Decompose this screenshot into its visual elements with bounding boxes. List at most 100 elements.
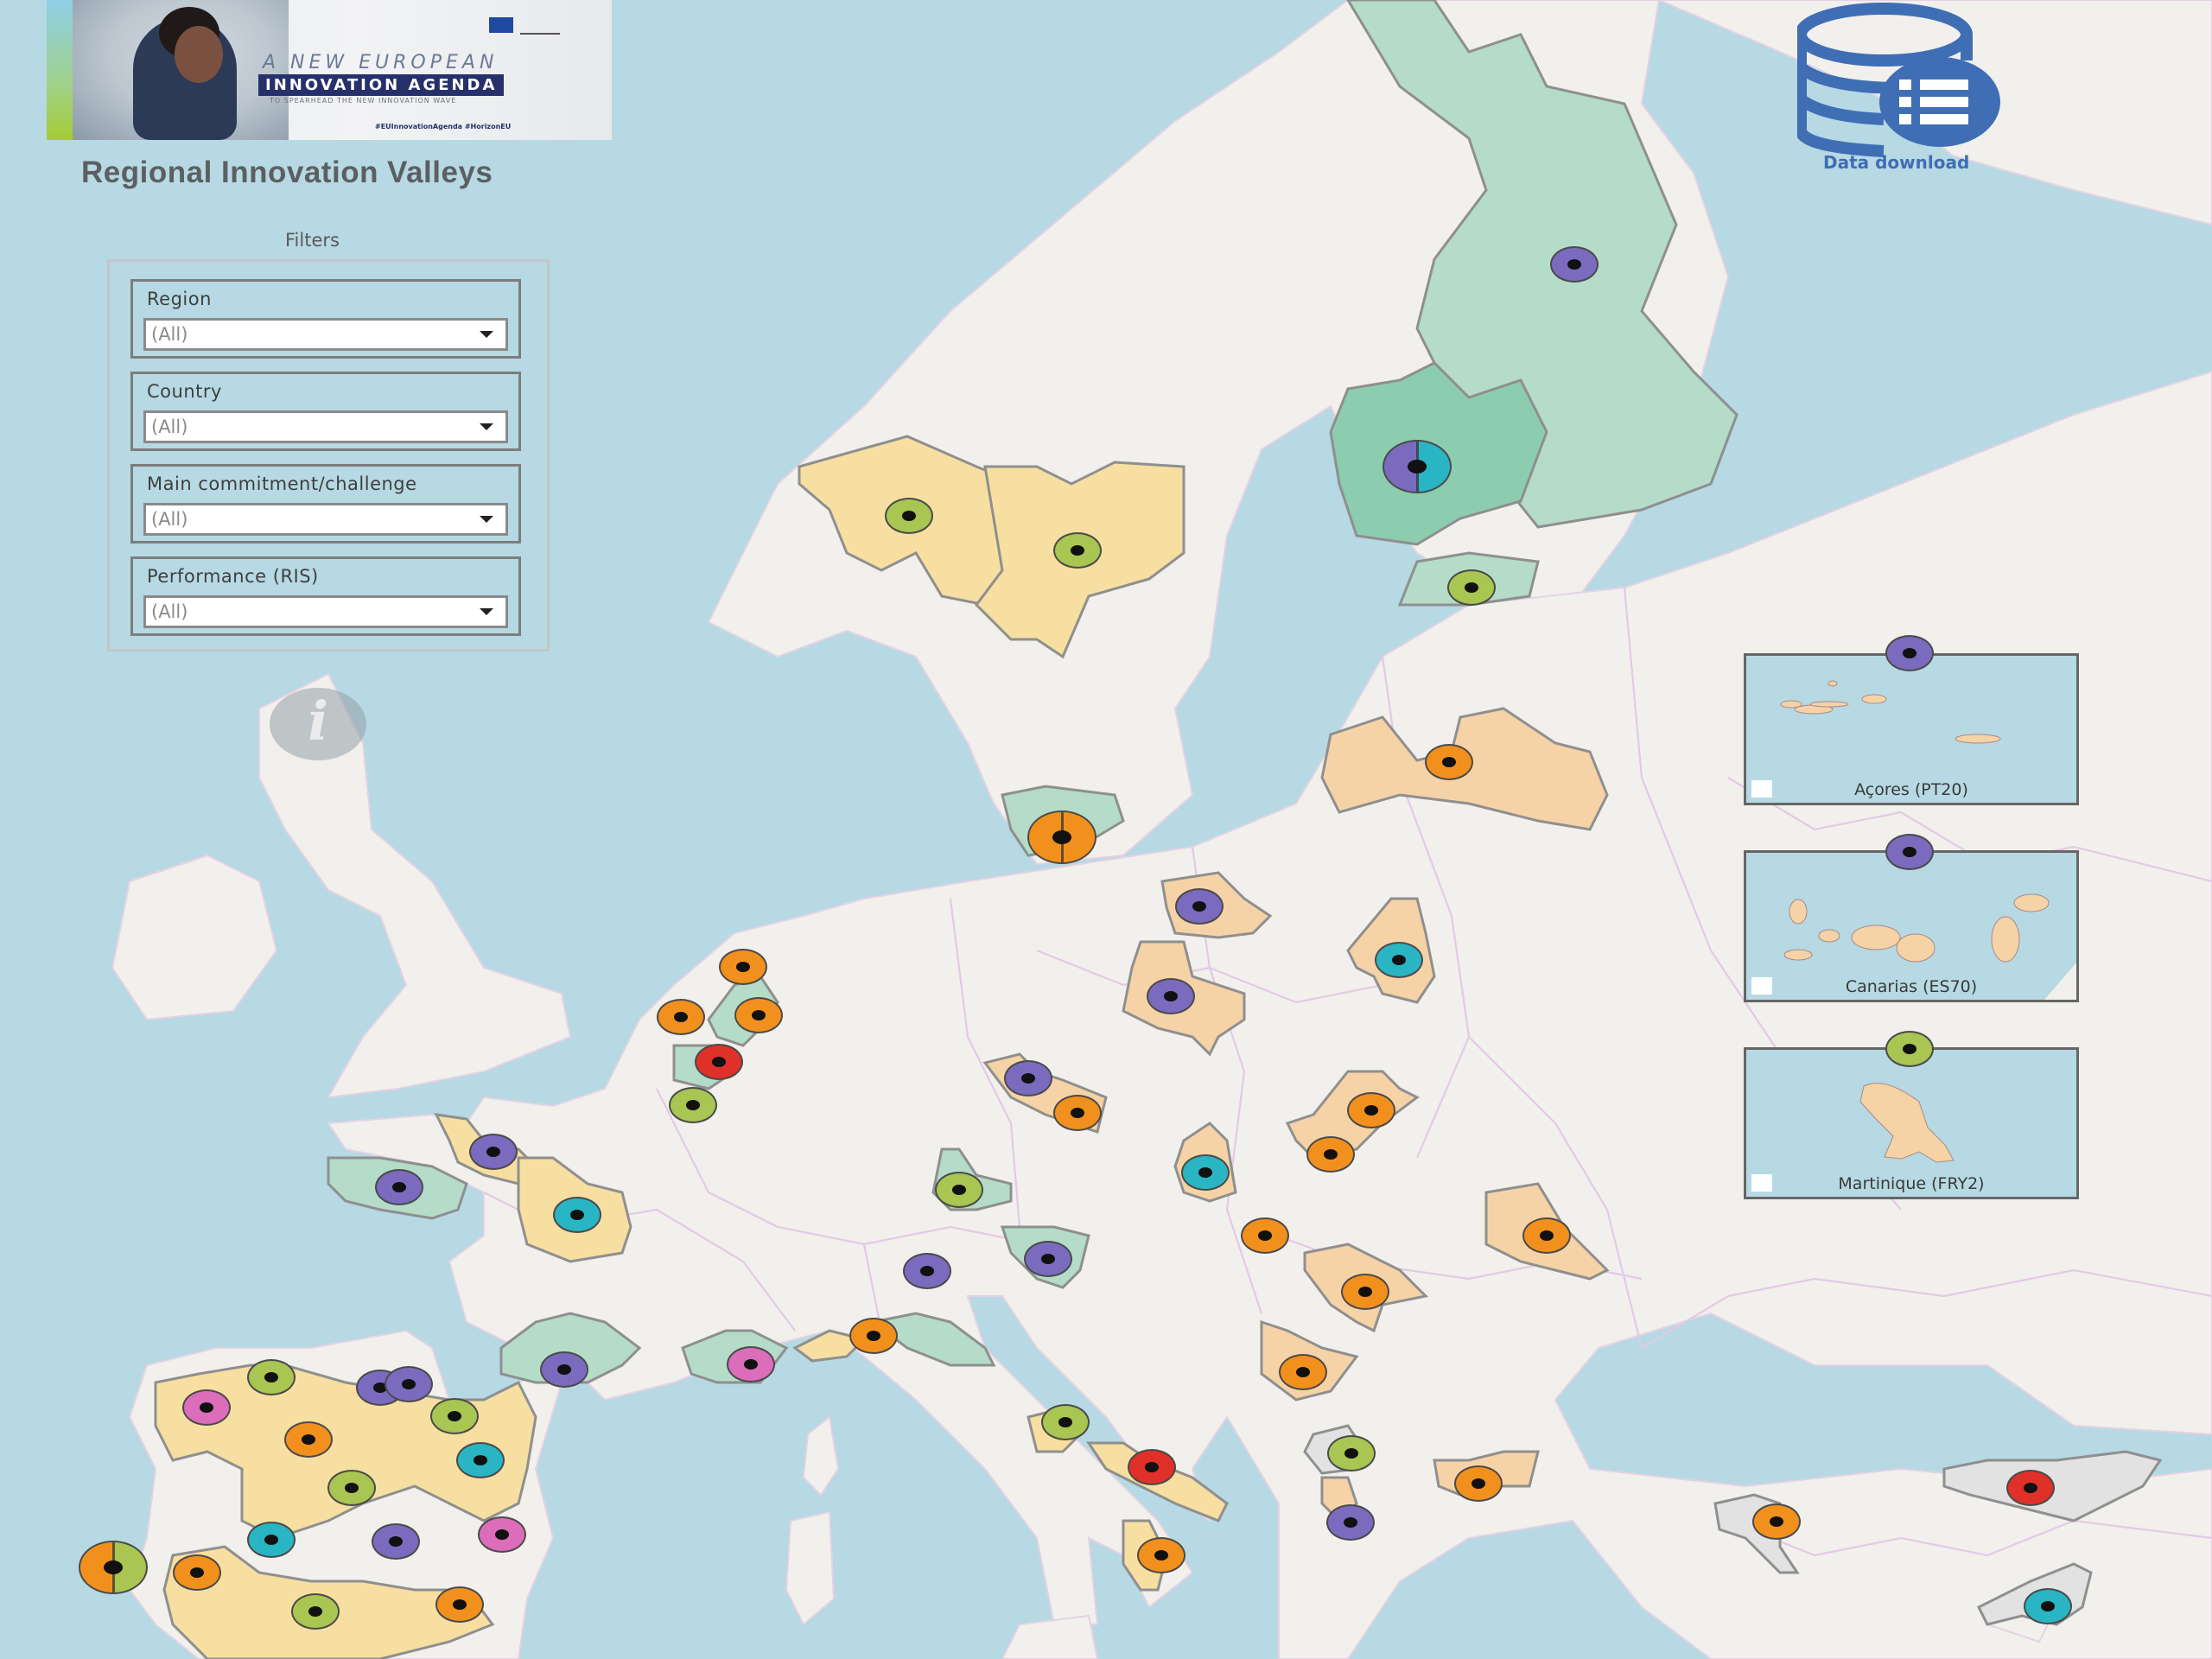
marker-fi-west[interactable] — [1382, 440, 1452, 493]
marker-hu-west[interactable] — [1241, 1217, 1289, 1254]
marker-es-aragon[interactable] — [456, 1442, 505, 1478]
marker-center-dot — [392, 1182, 406, 1192]
marker-center-dot — [402, 1379, 416, 1389]
marker-it-calabria[interactable] — [1137, 1537, 1185, 1573]
marker-nl-east[interactable] — [734, 997, 783, 1033]
marker-es-pais-vasco[interactable] — [385, 1366, 433, 1402]
filter-performance-select[interactable]: (All) — [143, 595, 508, 628]
marker-ch-lombardia[interactable] — [903, 1253, 951, 1289]
marker-se-central[interactable] — [1053, 532, 1102, 569]
marker-pl-wielkopolskie[interactable] — [1147, 978, 1195, 1014]
marker-center-dot — [1344, 1448, 1358, 1459]
marker-it-abruzzo[interactable] — [1041, 1404, 1090, 1440]
marker-cz-south[interactable] — [1053, 1095, 1102, 1131]
marker-center-dot — [1471, 1478, 1485, 1489]
marker-gr-thrace[interactable] — [1454, 1465, 1503, 1502]
marker-center-dot — [674, 1012, 688, 1022]
filter-main-commitment-value: (All) — [151, 509, 188, 530]
marker-nl-north[interactable] — [719, 949, 767, 985]
marker-it-puglia[interactable] — [1128, 1449, 1176, 1485]
inset-martinique[interactable]: Martinique (FRY2) — [1744, 1047, 2079, 1199]
marker-be-wallonia[interactable] — [669, 1087, 717, 1123]
marker-tr-south[interactable] — [2024, 1588, 2072, 1624]
marker-mk[interactable] — [1327, 1435, 1376, 1471]
filter-country-select[interactable]: (All) — [143, 410, 508, 443]
marker-center-dot — [1408, 460, 1427, 474]
marker-es-murcia[interactable] — [435, 1586, 484, 1623]
chevron-down-icon[interactable] — [480, 331, 493, 338]
marker-pt-centro[interactable] — [173, 1554, 221, 1591]
inset-acores[interactable]: Açores (PT20) — [1744, 653, 2079, 805]
marker-fi-north[interactable] — [1550, 246, 1599, 283]
marker-tr-central[interactable] — [1752, 1503, 1801, 1540]
marker-es-galicia[interactable] — [182, 1389, 231, 1426]
marker-fr-bretagne[interactable] — [375, 1169, 423, 1205]
marker-center-dot — [1058, 1417, 1072, 1427]
marker-sk-east[interactable] — [1347, 1092, 1395, 1128]
marker-center-dot — [495, 1529, 509, 1540]
marker-center-dot — [867, 1331, 880, 1341]
eu-flag-icon — [489, 17, 513, 33]
marker-se-south[interactable] — [1027, 810, 1096, 864]
filter-performance: Performance (RIS) (All) — [130, 556, 521, 636]
marker-nl-west[interactable] — [657, 999, 705, 1035]
marker-es-andalucia[interactable] — [291, 1593, 340, 1630]
marker-inset-2[interactable] — [1885, 1031, 1934, 1067]
marker-ro-north-east[interactable] — [1522, 1217, 1571, 1254]
land-corsica — [802, 1415, 840, 1497]
marker-es-asturias[interactable] — [247, 1359, 296, 1395]
marker-es-extremadura[interactable] — [247, 1522, 296, 1558]
marker-fr-centre[interactable] — [553, 1197, 601, 1233]
marker-es-navarra[interactable] — [430, 1398, 479, 1434]
marker-es-castilla-mancha[interactable] — [372, 1523, 420, 1560]
marker-rs-south[interactable] — [1279, 1354, 1327, 1390]
marker-fr-occitanie[interactable] — [540, 1351, 588, 1388]
filter-main-commitment-select[interactable]: (All) — [143, 503, 508, 536]
marker-center-dot — [952, 1185, 966, 1195]
marker-pl-pomorskie[interactable] — [1175, 888, 1224, 925]
marker-si[interactable] — [1024, 1241, 1072, 1277]
marker-center-dot — [2024, 1483, 2037, 1493]
data-download-button[interactable] — [1797, 0, 2005, 173]
chevron-down-icon[interactable] — [480, 516, 493, 523]
marker-tr-east[interactable] — [2006, 1470, 2055, 1506]
marker-center-dot — [920, 1266, 934, 1276]
filter-region-select[interactable]: (All) — [143, 318, 508, 351]
inset-martinique-name: Martinique (FRY2) — [1838, 1174, 1985, 1193]
marker-se-west[interactable] — [885, 498, 933, 534]
filter-main-commitment-label: Main commitment/challenge — [147, 474, 417, 494]
info-icon[interactable]: i — [270, 688, 366, 760]
marker-center-dot — [744, 1359, 758, 1370]
inset-canarias[interactable]: Canarias (ES70) — [1744, 850, 2079, 1002]
marker-it-liguria[interactable] — [727, 1346, 775, 1382]
marker-es-castilla-leon[interactable] — [284, 1421, 333, 1458]
chevron-down-icon[interactable] — [480, 608, 493, 615]
marker-fr-normandie[interactable] — [469, 1134, 518, 1170]
marker-cz-west[interactable] — [1004, 1060, 1052, 1096]
marker-inset-1[interactable] — [1885, 834, 1934, 870]
marker-center-dot — [1344, 1517, 1357, 1528]
marker-center-dot — [1071, 1108, 1084, 1118]
marker-ro-west[interactable] — [1341, 1274, 1389, 1310]
filter-region-value: (All) — [151, 324, 188, 345]
chevron-down-icon[interactable] — [480, 423, 493, 430]
marker-pt-norte[interactable] — [79, 1541, 148, 1594]
list-icon-lines — [1899, 79, 1968, 124]
land-sardinia — [785, 1510, 836, 1626]
marker-pl-podlaskie[interactable] — [1375, 942, 1423, 978]
marker-it-emilia[interactable] — [849, 1318, 898, 1354]
banner-line1: A NEW EUROPEAN — [263, 52, 499, 73]
marker-es-valencia[interactable] — [478, 1516, 526, 1553]
marker-center-dot — [902, 511, 916, 521]
marker-de-bayern[interactable] — [935, 1172, 983, 1208]
marker-be-flanders[interactable] — [695, 1044, 743, 1080]
marker-sk-central[interactable] — [1306, 1136, 1355, 1173]
marker-at-vienna[interactable] — [1181, 1154, 1230, 1191]
marker-fi-south[interactable] — [1447, 569, 1496, 606]
marker-gr-north[interactable] — [1326, 1504, 1375, 1541]
marker-es-madrid[interactable] — [327, 1470, 376, 1506]
data-download-label[interactable]: Data download — [1823, 152, 1969, 173]
marker-inset-0[interactable] — [1885, 635, 1934, 671]
marker-lv[interactable] — [1425, 744, 1473, 780]
european-commission-logo — [520, 17, 560, 35]
